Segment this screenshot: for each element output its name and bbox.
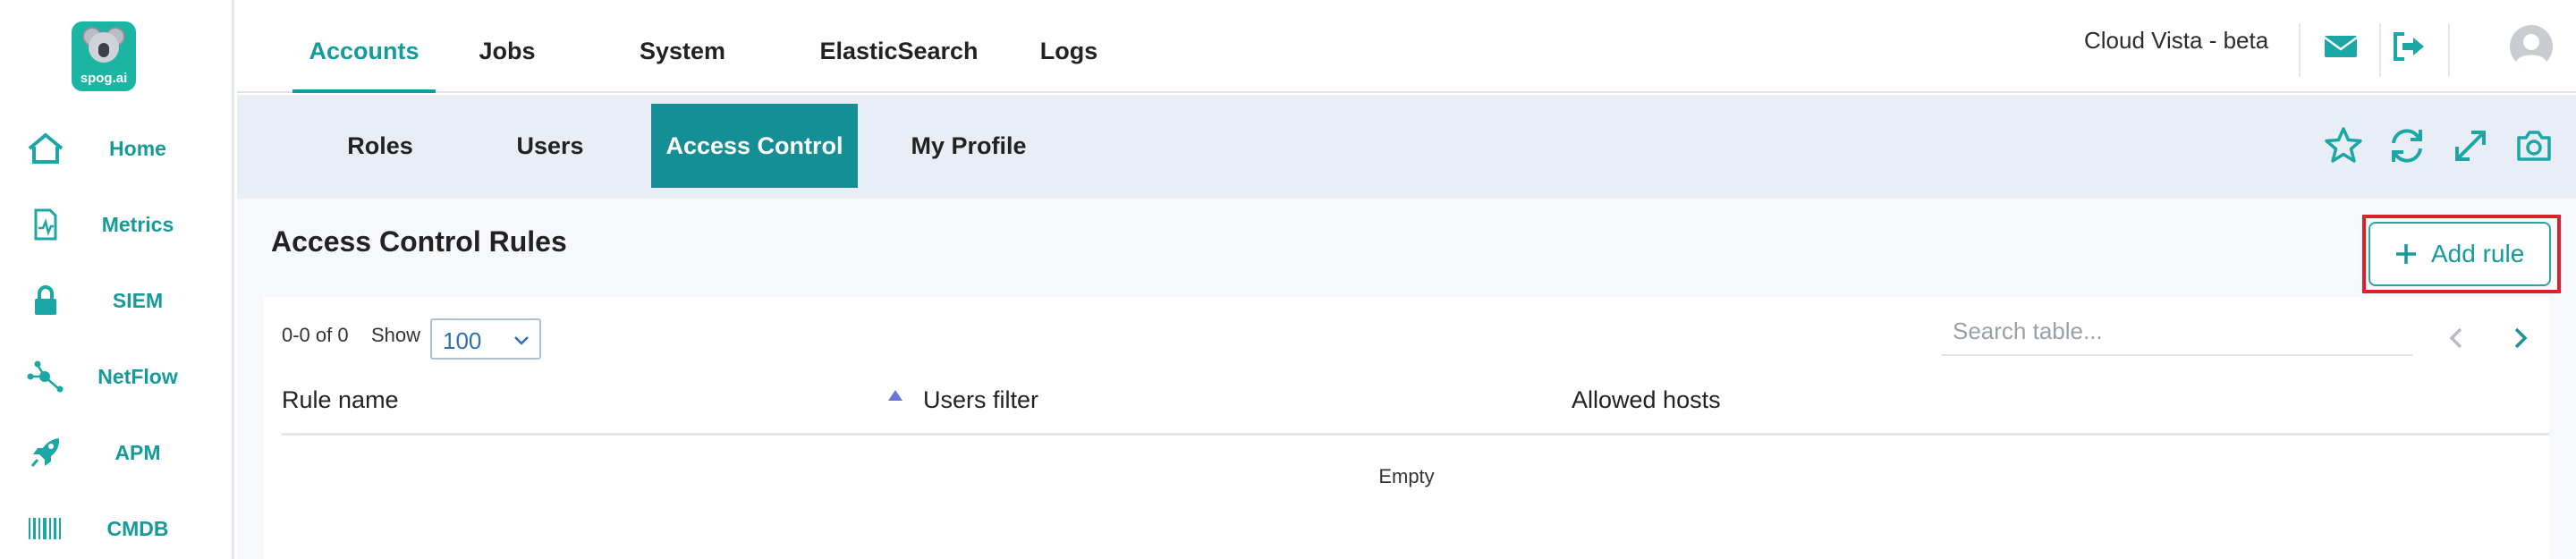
- tab-elasticsearch[interactable]: ElasticSearch: [809, 0, 988, 93]
- tab-system[interactable]: System: [611, 0, 754, 93]
- spog-logo[interactable]: spog.ai: [72, 21, 136, 91]
- rules-table-card: 0-0 of 0 Show 100 Rule name Users filter…: [264, 297, 2549, 559]
- page-size-label: Show: [371, 324, 421, 346]
- rocket-icon: [30, 438, 60, 467]
- column-header-users-filter[interactable]: Users filter: [923, 386, 1038, 414]
- sort-ascending-icon[interactable]: [886, 388, 904, 402]
- column-header-rule-name[interactable]: Rule name: [282, 386, 399, 414]
- sidebar-item-apm[interactable]: APM: [0, 426, 232, 479]
- tab-access-control[interactable]: Access Control: [651, 104, 858, 188]
- user-avatar-icon[interactable]: [2509, 24, 2554, 69]
- add-rule-button[interactable]: Add rule: [2368, 222, 2551, 286]
- tab-jobs[interactable]: Jobs: [452, 0, 563, 93]
- tab-users[interactable]: Users: [496, 104, 604, 188]
- main-content: Access Control Rules Add rule 0-0 of 0 S…: [237, 199, 2576, 559]
- empty-table-message: Empty: [1378, 465, 1435, 487]
- expand-icon[interactable]: [2450, 125, 2491, 166]
- chevron-down-icon: [514, 336, 529, 345]
- page-size-select[interactable]: 100: [430, 318, 541, 360]
- refresh-icon[interactable]: [2386, 125, 2428, 166]
- tab-accounts[interactable]: Accounts: [292, 0, 436, 93]
- table-search-input[interactable]: [1942, 308, 2412, 356]
- next-page-icon[interactable]: [2505, 324, 2534, 352]
- sidebar-item-label: Metrics: [101, 213, 174, 236]
- home-icon: [28, 133, 64, 164]
- divider: [2299, 23, 2301, 77]
- app-brand-title: Cloud Vista - beta: [2084, 27, 2269, 54]
- sidebar-item-label: SIEM: [112, 289, 164, 312]
- logo-text: spog.ai: [80, 71, 128, 86]
- logout-icon[interactable]: [2388, 27, 2428, 66]
- metrics-icon: [34, 208, 57, 241]
- sidebar-item-cmdb[interactable]: CMDB: [0, 502, 232, 555]
- sidebar-item-siem[interactable]: SIEM: [0, 274, 232, 327]
- plus-icon: [2396, 244, 2416, 264]
- table-header-divider: [282, 433, 2549, 436]
- page-title: Access Control Rules: [271, 225, 567, 258]
- tab-roles[interactable]: Roles: [322, 104, 438, 188]
- add-rule-label: Add rule: [2431, 240, 2525, 267]
- column-header-allowed-hosts[interactable]: Allowed hosts: [1572, 386, 1721, 414]
- sidebar-item-metrics[interactable]: Metrics: [0, 198, 232, 251]
- sidebar-item-netflow[interactable]: NetFlow: [0, 350, 232, 403]
- sub-navigation-bar: Roles Users Access Control My Profile: [237, 95, 2576, 199]
- logo-koala-nose: [98, 43, 109, 57]
- sidebar-item-home[interactable]: Home: [0, 122, 232, 175]
- barcode-icon: [29, 518, 61, 539]
- sidebar: spog.ai Home Metrics SIEM NetFlow APM CM…: [0, 0, 234, 559]
- sidebar-item-label: Home: [109, 137, 166, 160]
- star-icon[interactable]: [2323, 125, 2364, 166]
- previous-page-icon[interactable]: [2443, 324, 2471, 352]
- network-icon: [27, 360, 64, 393]
- sidebar-item-label: APM: [114, 441, 161, 464]
- divider: [2379, 23, 2381, 77]
- sidebar-item-label: NetFlow: [97, 365, 178, 388]
- camera-icon[interactable]: [2513, 125, 2555, 166]
- tab-logs[interactable]: Logs: [1015, 0, 1123, 93]
- sidebar-item-label: CMDB: [106, 517, 169, 540]
- mail-icon[interactable]: [2321, 27, 2360, 66]
- top-navigation-bar: Accounts Jobs System ElasticSearch Logs …: [237, 0, 2576, 93]
- lock-icon: [35, 285, 56, 315]
- divider: [2448, 23, 2450, 77]
- tab-my-profile[interactable]: My Profile: [879, 104, 1058, 188]
- page-size-value: 100: [443, 327, 482, 354]
- record-count: 0-0 of 0: [282, 324, 349, 346]
